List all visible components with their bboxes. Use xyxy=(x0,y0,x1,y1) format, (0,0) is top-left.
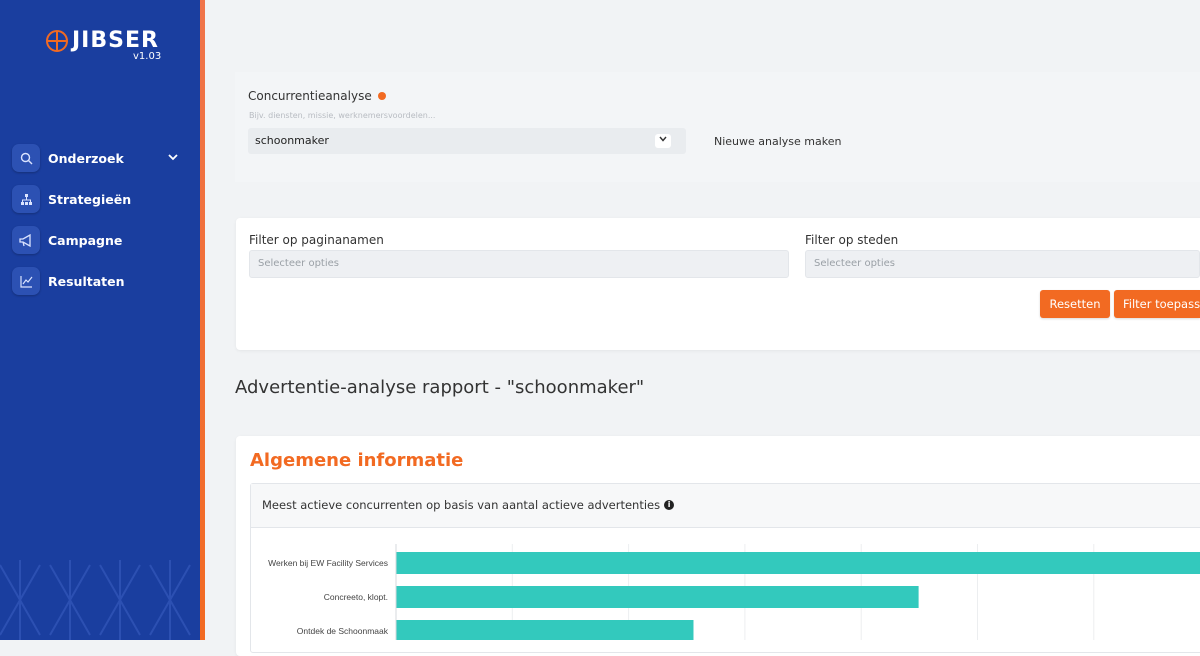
filter-cities-label: Filter op steden xyxy=(805,233,899,247)
sidebar: JIBSER v1.03 Onderzoek Strategieën Campa… xyxy=(0,0,200,640)
chart-bar[interactable] xyxy=(396,552,1200,574)
sidebar-item-label: Resultaten xyxy=(48,273,125,289)
analysis-label-text: Concurrentieanalyse xyxy=(248,89,372,103)
sitemap-icon xyxy=(12,185,40,213)
megaphone-icon xyxy=(12,226,40,254)
chart-title: Meest actieve concurrenten op basis van … xyxy=(262,498,675,512)
sidebar-item-label: Campagne xyxy=(48,232,123,248)
chart-bar[interactable] xyxy=(396,620,694,640)
basketball-icon xyxy=(46,29,68,52)
sidebar-item-label: Strategieën xyxy=(48,191,132,207)
analysis-label: Concurrentieanalyse xyxy=(248,89,386,103)
status-dot-icon xyxy=(377,92,386,100)
sidebar-item-label: Onderzoek xyxy=(48,150,124,166)
logo-text: JIBSER xyxy=(72,28,159,53)
analysis-select[interactable]: schoonmaker xyxy=(248,128,686,154)
reset-button[interactable]: Resetten xyxy=(1040,290,1110,318)
chart-title-text: Meest actieve concurrenten op basis van … xyxy=(262,498,661,512)
sidebar-item-onderzoek[interactable]: Onderzoek xyxy=(12,143,188,173)
version-label: v1.03 xyxy=(133,51,162,62)
logo[interactable]: JIBSER xyxy=(46,28,159,53)
search-icon xyxy=(12,144,40,172)
analysis-hint: Bijv. diensten, missie, werknemersvoorde… xyxy=(249,111,436,120)
sidebar-nav: Onderzoek Strategieën Campagne Resultate… xyxy=(12,143,188,307)
chart-category-label: Werken bij EW Facility Services xyxy=(268,558,388,568)
line-chart-icon xyxy=(12,267,40,295)
chart-category-label: Ontdek de Schoonmaak xyxy=(297,626,389,636)
chevron-down-icon[interactable] xyxy=(655,134,671,148)
bar-chart: Werken bij EW Facility Services Concreeto… xyxy=(268,544,1200,640)
filter-pages-input[interactable]: Selecteer opties xyxy=(249,250,789,278)
sidebar-pattern-decoration xyxy=(0,560,191,640)
info-icon[interactable]: i xyxy=(664,500,675,510)
section-title: Algemene informatie xyxy=(250,450,464,471)
chevron-down-icon[interactable] xyxy=(168,150,178,166)
sidebar-item-strategieen[interactable]: Strategieën xyxy=(12,184,188,214)
sidebar-item-campagne[interactable]: Campagne xyxy=(12,225,188,255)
apply-filter-button[interactable]: Filter toepass xyxy=(1114,290,1200,318)
filter-pages-label: Filter op paginanamen xyxy=(249,233,384,247)
report-title: Advertentie-analyse rapport - "schoonmak… xyxy=(235,377,645,398)
filter-cities-input[interactable]: Selecteer opties xyxy=(805,250,1200,278)
chart-bar[interactable] xyxy=(396,586,919,608)
new-analysis-link[interactable]: Nieuwe analyse maken xyxy=(714,135,841,148)
sidebar-item-resultaten[interactable]: Resultaten xyxy=(12,266,188,296)
chart-category-label: Concreeto, klopt. xyxy=(324,592,388,602)
analysis-select-value: schoonmaker xyxy=(255,134,329,147)
sidebar-accent-border xyxy=(200,0,205,640)
